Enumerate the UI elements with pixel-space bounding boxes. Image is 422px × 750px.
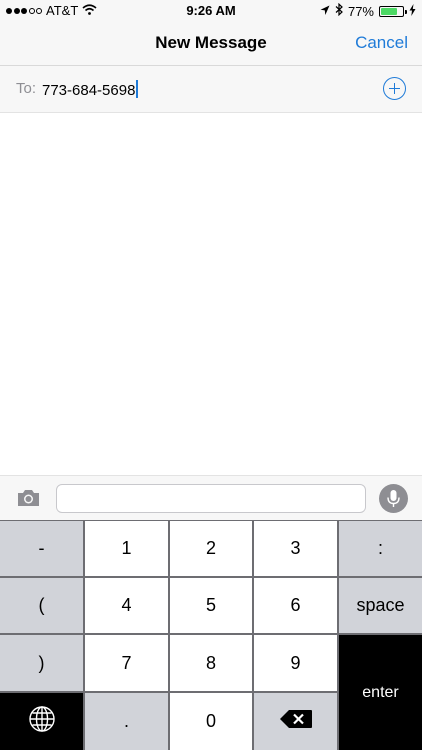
key-0[interactable]: 0 [170, 693, 252, 750]
key-3[interactable]: 3 [254, 521, 337, 576]
text-caret [136, 80, 139, 98]
status-bar: AT&T 9:26 AM 77% [0, 0, 422, 22]
compose-bar [0, 475, 422, 520]
key-open-paren[interactable]: ( [0, 578, 83, 633]
battery-icon [379, 5, 407, 17]
message-input[interactable] [56, 484, 366, 513]
location-arrow-icon [320, 4, 330, 19]
key-1[interactable]: 1 [85, 521, 168, 576]
numeric-keypad: - 1 2 3 : ( 4 5 6 space ) 7 8 9 enter . … [0, 520, 422, 750]
battery-tip [405, 9, 407, 14]
recipient-row: To: 773-684-5698 [0, 66, 422, 113]
key-period[interactable]: . [85, 693, 168, 750]
key-2[interactable]: 2 [170, 521, 252, 576]
camera-icon[interactable] [16, 488, 41, 508]
delete-icon [279, 709, 313, 734]
key-close-paren[interactable]: ) [0, 635, 83, 691]
cancel-button[interactable]: Cancel [355, 33, 408, 53]
key-5[interactable]: 5 [170, 578, 252, 633]
battery-percent: 77% [347, 3, 374, 19]
microphone-icon[interactable] [379, 484, 408, 513]
message-thread [0, 113, 422, 475]
key-6[interactable]: 6 [254, 578, 337, 633]
battery-level [381, 7, 398, 15]
enter-key[interactable]: enter [339, 635, 422, 750]
delete-key[interactable] [254, 693, 337, 750]
key-9[interactable]: 9 [254, 635, 337, 691]
key-minus[interactable]: - [0, 521, 83, 576]
key-7[interactable]: 7 [85, 635, 168, 691]
globe-icon [28, 705, 56, 738]
charging-bolt-icon [409, 3, 416, 19]
to-label: To: [16, 80, 37, 97]
status-right: 77% [320, 2, 416, 19]
globe-key[interactable] [0, 693, 83, 750]
add-contact-icon[interactable] [383, 77, 406, 100]
key-colon[interactable]: : [339, 521, 422, 576]
key-4[interactable]: 4 [85, 578, 168, 633]
recipient-value: 773-684-5698 [42, 82, 136, 99]
nav-bar: New Message Cancel [0, 22, 422, 66]
key-8[interactable]: 8 [170, 635, 252, 691]
bluetooth-icon [335, 2, 343, 19]
space-key[interactable]: space [339, 578, 422, 633]
recipient-input[interactable]: 773-684-5698 [42, 80, 139, 99]
